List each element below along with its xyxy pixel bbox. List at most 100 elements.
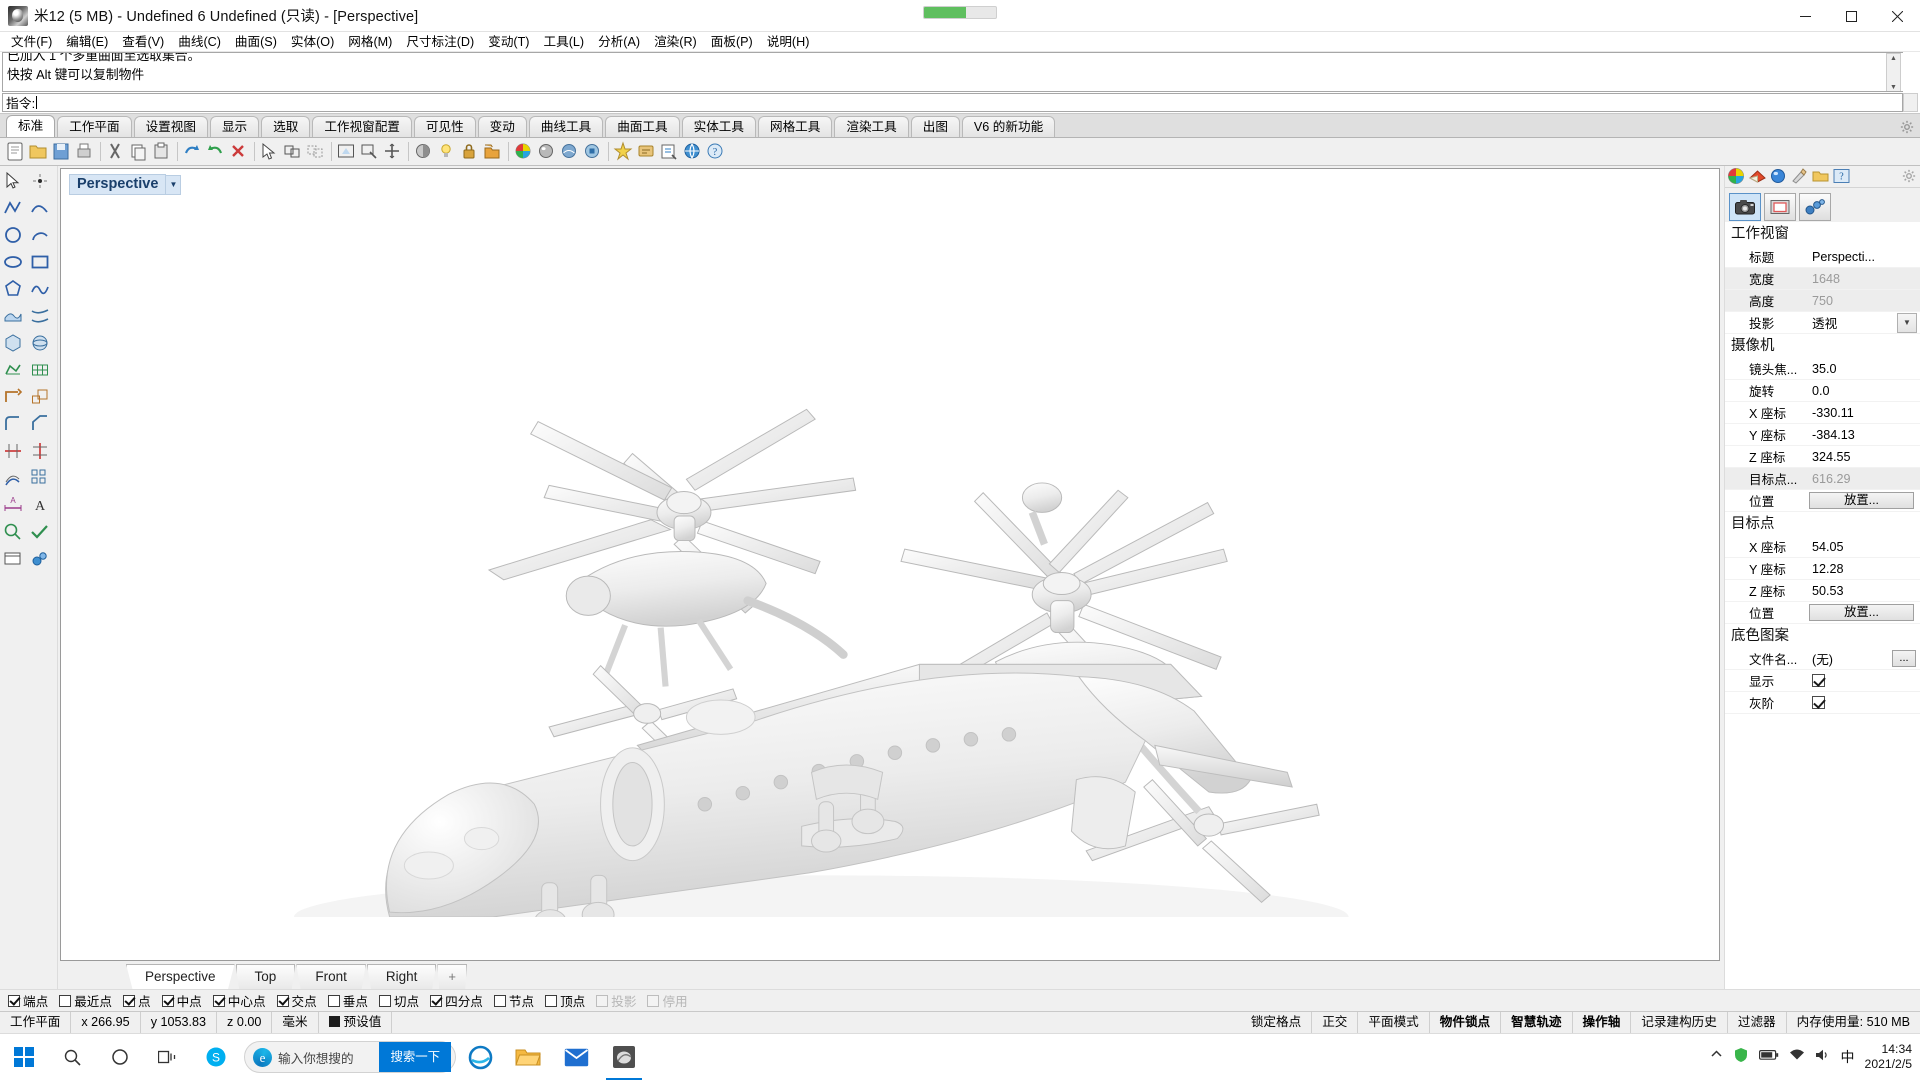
viewport-tab-right[interactable]: Right: [366, 964, 437, 989]
layers-color-icon[interactable]: [1727, 167, 1747, 186]
status-layer[interactable]: 预设值: [319, 1011, 393, 1034]
windows-start-icon[interactable]: [0, 1034, 48, 1080]
osnap-toggle-10[interactable]: 节点: [493, 991, 534, 1010]
chevron-down-icon[interactable]: ▼: [1897, 312, 1917, 333]
toolbar-tab-11[interactable]: 实体工具: [681, 116, 756, 137]
loft-surface-icon[interactable]: [29, 305, 55, 331]
menu-item-2[interactable]: 编辑(E): [59, 32, 115, 52]
toolbar-tab-3[interactable]: 设置视图: [133, 116, 208, 137]
redo-icon[interactable]: [205, 141, 227, 163]
render-settings-icon[interactable]: [582, 141, 604, 163]
search-submit-button[interactable]: 搜索一下: [379, 1042, 451, 1072]
text-icon[interactable]: A: [29, 494, 55, 520]
menu-item-13[interactable]: 面板(P): [704, 32, 760, 52]
command-input-scrollbar[interactable]: [1903, 93, 1918, 112]
viewport-tab-front[interactable]: Front: [296, 964, 366, 989]
freeform-curve-icon[interactable]: [29, 278, 55, 304]
box-solid-icon[interactable]: [2, 332, 28, 358]
taskbar-clock[interactable]: 14:34 2021/2/5: [1865, 1042, 1912, 1072]
property-value[interactable]: -330.11: [1807, 406, 1920, 420]
toolbar-tab-10[interactable]: 曲面工具: [605, 116, 680, 137]
toolbar-tab-15[interactable]: V6 的新功能: [961, 116, 1056, 137]
layout-icon[interactable]: [2, 548, 28, 574]
osnap-toggle-5[interactable]: 中心点: [212, 991, 266, 1010]
chamfer-icon[interactable]: [29, 413, 55, 439]
menu-item-8[interactable]: 尺寸标注(D): [399, 32, 481, 52]
menu-item-12[interactable]: 渲染(R): [647, 32, 704, 52]
menu-item-5[interactable]: 曲面(S): [228, 32, 284, 52]
toolbar-tab-14[interactable]: 出图: [910, 116, 960, 137]
property-value[interactable]: 35.0: [1807, 362, 1920, 376]
status-toggle-3[interactable]: 平面模式: [1358, 1011, 1430, 1034]
render-preview-icon[interactable]: [536, 141, 558, 163]
color-wheel-icon[interactable]: [513, 141, 535, 163]
mesh-icon[interactable]: [2, 359, 28, 385]
osnap-checkbox[interactable]: [122, 994, 135, 1007]
shaded-view-icon[interactable]: [413, 141, 435, 163]
trim-icon[interactable]: [2, 440, 28, 466]
menu-item-6[interactable]: 实体(O): [284, 32, 341, 52]
property-place-button[interactable]: 放置...: [1809, 492, 1914, 509]
menu-item-7[interactable]: 网格(M): [341, 32, 399, 52]
toolbar-tab-4[interactable]: 显示: [209, 116, 260, 137]
property-value[interactable]: 324.55: [1807, 450, 1920, 464]
cortana-circle-icon[interactable]: [96, 1034, 144, 1080]
status-toggle-2[interactable]: 正交: [1312, 1011, 1359, 1034]
pan-icon[interactable]: [382, 141, 404, 163]
osnap-toggle-9[interactable]: 四分点: [430, 991, 483, 1010]
status-toggle-5[interactable]: 智慧轨迹: [1501, 1011, 1573, 1034]
property-place-button[interactable]: 放置...: [1809, 604, 1914, 621]
zoom-window-icon[interactable]: [359, 141, 381, 163]
toolbar-tab-12[interactable]: 网格工具: [757, 116, 833, 137]
viewport-title-widget[interactable]: Perspective ▼: [67, 173, 183, 196]
osnap-checkbox[interactable]: [545, 994, 558, 1007]
toolbar-tab-6[interactable]: 工作视窗配置: [312, 116, 412, 137]
menu-item-1[interactable]: 文件(F): [4, 32, 59, 52]
rhino-icon[interactable]: [600, 1034, 648, 1080]
ime-indicator[interactable]: 中: [1841, 1047, 1855, 1067]
property-value[interactable]: (无): [1807, 649, 1892, 668]
panel-gear-icon[interactable]: [1902, 169, 1916, 183]
polygon-icon[interactable]: [2, 278, 28, 304]
folder-icon[interactable]: [1811, 167, 1831, 186]
material-icon[interactable]: [1748, 167, 1768, 186]
arc-icon[interactable]: [29, 224, 55, 250]
viewport-tab-perspective[interactable]: Perspective: [126, 964, 235, 989]
osnap-toggle-7[interactable]: 垂点: [327, 991, 368, 1010]
toolbar-tab-9[interactable]: 曲线工具: [528, 116, 604, 137]
point-icon[interactable]: [29, 170, 55, 196]
toolbar-tab-8[interactable]: 变动: [477, 116, 527, 137]
osnap-checkbox[interactable]: [212, 994, 225, 1007]
rectangle-icon[interactable]: [29, 251, 55, 277]
osnap-toggle-12[interactable]: 投影: [596, 991, 636, 1010]
skype-icon[interactable]: S: [192, 1034, 240, 1080]
toolbar-tab-5[interactable]: 选取: [261, 116, 311, 137]
toolbar-tab-7[interactable]: 可见性: [413, 116, 476, 137]
volume-icon[interactable]: [1815, 1048, 1831, 1067]
save-file-icon[interactable]: [51, 141, 73, 163]
property-value[interactable]: 54.05: [1807, 540, 1920, 554]
property-value[interactable]: -384.13: [1807, 428, 1920, 442]
split-icon[interactable]: [29, 440, 55, 466]
select-objects-icon[interactable]: [259, 141, 281, 163]
property-value[interactable]: Perspecti...: [1807, 250, 1920, 264]
file-explorer-icon[interactable]: [504, 1034, 552, 1080]
osnap-checkbox[interactable]: [327, 994, 340, 1007]
cut-icon[interactable]: [105, 141, 127, 163]
toolbar-tab-13[interactable]: 渲染工具: [834, 116, 909, 137]
viewport-tab-top[interactable]: Top: [235, 964, 296, 989]
new-file-icon[interactable]: [5, 141, 27, 163]
osnap-toggle-2[interactable]: 最近点: [59, 991, 112, 1010]
sphere-solid-icon[interactable]: [29, 332, 55, 358]
osnap-checkbox[interactable]: [430, 994, 443, 1007]
status-toggle-7[interactable]: 记录建构历史: [1631, 1011, 1728, 1034]
paste-icon[interactable]: [151, 141, 173, 163]
close-button[interactable]: [1874, 0, 1920, 32]
osnap-toggle-6[interactable]: 交点: [276, 991, 317, 1010]
ungroup-icon[interactable]: [305, 141, 327, 163]
menu-item-14[interactable]: 说明(H): [760, 32, 817, 52]
security-shield-icon[interactable]: [1733, 1047, 1749, 1068]
web-browser-icon[interactable]: [682, 141, 704, 163]
offset-icon[interactable]: [2, 467, 28, 493]
surface-icon[interactable]: [2, 305, 28, 331]
